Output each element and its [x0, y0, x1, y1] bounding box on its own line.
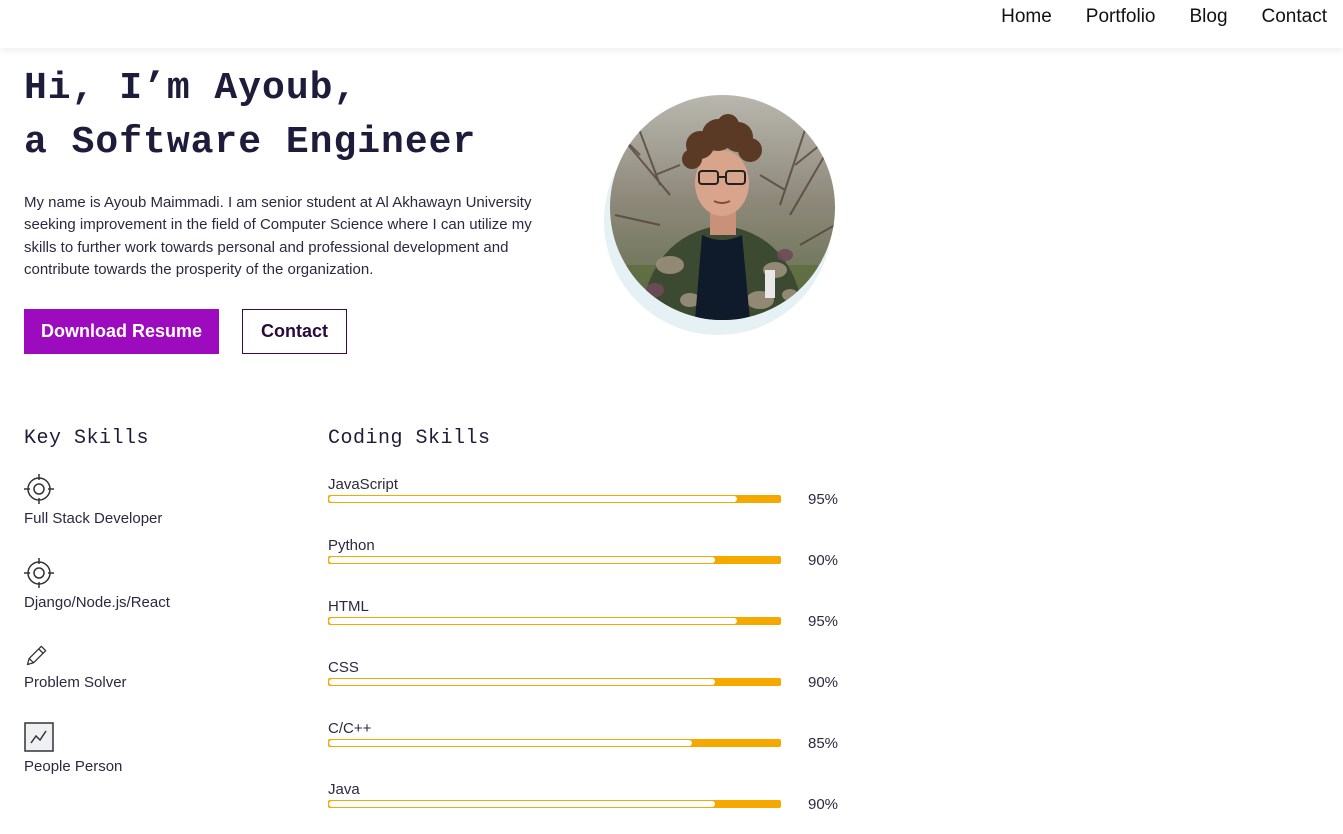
skill-name: HTML: [328, 598, 369, 615]
skill-progress-fill: [329, 740, 692, 746]
hero-title-line2: a Software Engineer: [24, 121, 477, 164]
skill-name: CSS: [328, 659, 359, 676]
skill-progress-fill: [329, 557, 715, 563]
avatar: [610, 95, 835, 320]
skill-name: C/C++: [328, 720, 372, 737]
pencil-icon: [26, 645, 47, 666]
skill-percent: 90%: [808, 674, 839, 691]
key-skills-title: Key Skills: [24, 427, 150, 450]
skill-percent: 90%: [808, 796, 839, 813]
skill-progress-fill: [329, 618, 737, 624]
key-skill-label: Django/Node.js/React: [24, 594, 170, 611]
skill-name: JavaScript: [328, 476, 399, 493]
key-skill-label: Problem Solver: [24, 674, 127, 691]
skill-name: Python: [328, 537, 375, 554]
skill-progress-bar: [328, 678, 781, 686]
coding-skill-item: CSS 90%: [328, 659, 848, 709]
nav-link-blog[interactable]: Blog: [1189, 6, 1227, 28]
skill-progress-bar: [328, 800, 781, 808]
coding-skill-item: Python 90%: [328, 537, 848, 587]
key-skill-label: People Person: [24, 758, 123, 775]
skill-percent: 90%: [808, 552, 839, 569]
skill-percent: 95%: [808, 613, 839, 630]
key-skill-item: People Person: [24, 722, 274, 775]
skill-progress-fill: [329, 801, 715, 807]
profile-photo-container: [604, 95, 840, 335]
coding-skill-item: JavaScript 95%: [328, 476, 848, 526]
nav-links: Home Portfolio Blog Contact: [1001, 6, 1327, 28]
coding-skills-title: Coding Skills: [328, 427, 491, 450]
skill-progress-bar: [328, 739, 781, 747]
key-skill-item: Django/Node.js/React: [24, 558, 274, 611]
contact-button[interactable]: Contact: [242, 309, 347, 354]
skill-progress-bar: [328, 495, 781, 503]
skill-name: Java: [328, 781, 360, 798]
coding-skill-item: Java 90%: [328, 781, 848, 831]
skill-progress-fill: [329, 496, 737, 502]
key-skill-item: Full Stack Developer: [24, 474, 274, 527]
key-skill-label: Full Stack Developer: [24, 510, 163, 527]
skill-percent: 95%: [808, 491, 839, 508]
download-resume-button[interactable]: Download Resume: [24, 309, 219, 354]
key-skill-item: Problem Solver: [24, 642, 274, 691]
profile-photo: [610, 95, 835, 320]
hero-title: Hi, I’m Ayoub, a Software Engineer: [24, 62, 476, 170]
target-icon: [24, 558, 54, 588]
nav-link-contact[interactable]: Contact: [1262, 6, 1327, 28]
top-nav: Home Portfolio Blog Contact: [0, 0, 1343, 48]
coding-skill-item: HTML 95%: [328, 598, 848, 648]
intro-paragraph: My name is Ayoub Maimmadi. I am senior s…: [24, 194, 532, 278]
skill-progress-fill: [329, 679, 715, 685]
skill-progress-bar: [328, 617, 781, 625]
skill-progress-bar: [328, 556, 781, 564]
target-icon: [24, 474, 54, 504]
coding-skill-item: C/C++ 85%: [328, 720, 848, 770]
skill-percent: 85%: [808, 735, 839, 752]
chart-icon: [24, 722, 54, 752]
hero-title-line1: Hi, I’m Ayoub,: [24, 67, 358, 110]
nav-link-home[interactable]: Home: [1001, 6, 1052, 28]
nav-link-portfolio[interactable]: Portfolio: [1086, 6, 1156, 28]
